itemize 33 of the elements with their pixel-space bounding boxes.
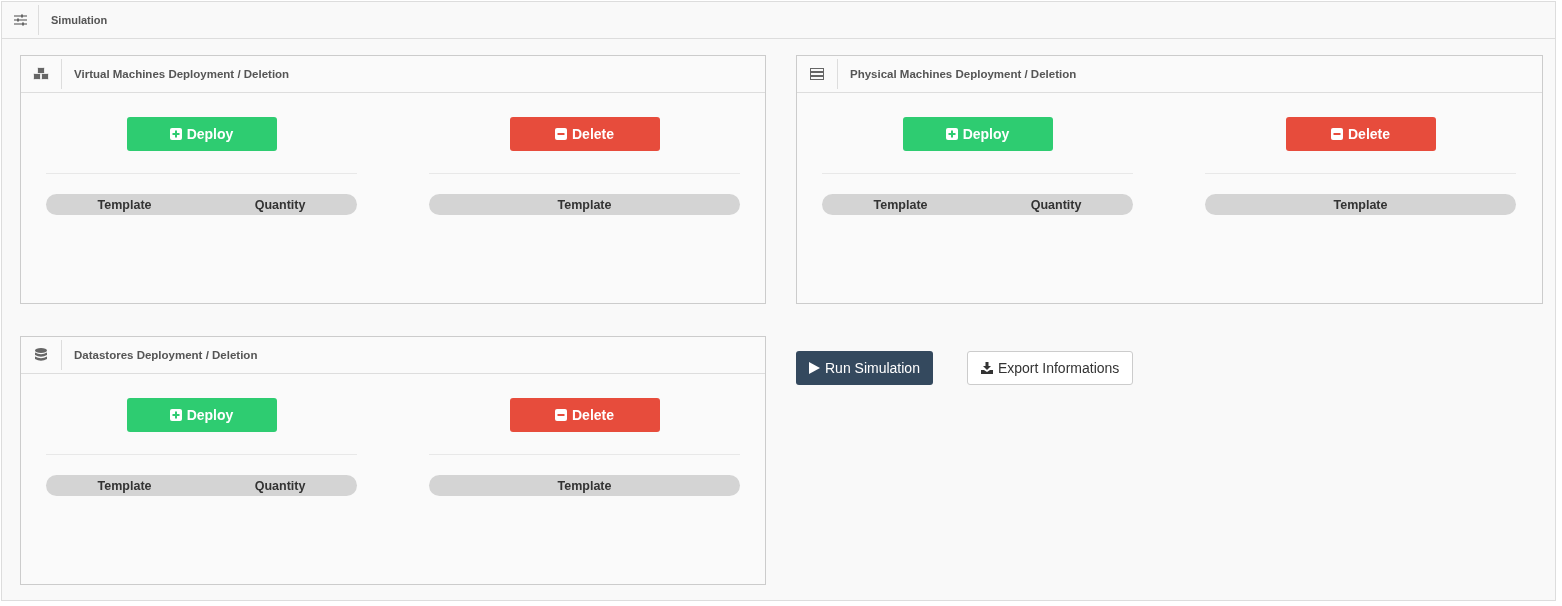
minus-icon (1331, 128, 1343, 140)
delete-button[interactable]: Delete (509, 398, 660, 432)
panel-title: Simulation (51, 14, 108, 26)
column-header: Template (873, 197, 928, 212)
column-header: Template (557, 197, 612, 212)
plus-icon (169, 409, 182, 421)
minus-icon (555, 409, 567, 421)
plus-icon (945, 128, 958, 140)
delete-button[interactable]: Delete (1285, 117, 1436, 151)
database-icon (35, 348, 47, 362)
column-header: Quantity (254, 478, 306, 493)
column-header: Template (97, 197, 152, 212)
settings-icon (13, 14, 27, 26)
deploy-button[interactable]: Deploy (902, 117, 1053, 151)
deploy-button[interactable]: Deploy (126, 117, 277, 151)
deploy-button[interactable]: Deploy (126, 398, 277, 432)
plus-icon (169, 128, 182, 140)
play-icon (809, 362, 820, 374)
server-icon (810, 68, 824, 80)
column-header: Quantity (1030, 197, 1082, 212)
column-header: Template (557, 478, 612, 493)
delete-button[interactable]: Delete (509, 117, 660, 151)
section-title: Virtual Machines Deployment / Deletion (74, 68, 290, 80)
column-header: Template (97, 478, 152, 493)
minus-icon (555, 128, 567, 140)
cubes-icon (33, 67, 49, 81)
section-title: Physical Machines Deployment / Deletion (850, 68, 1077, 80)
export-button[interactable]: Export Informations (966, 351, 1134, 385)
run-simulation-button[interactable]: Run Simulation (796, 351, 933, 385)
download-icon (980, 362, 993, 374)
section-title: Datastores Deployment / Deletion (74, 349, 258, 361)
column-header: Quantity (254, 197, 306, 212)
column-header: Template (1333, 197, 1388, 212)
